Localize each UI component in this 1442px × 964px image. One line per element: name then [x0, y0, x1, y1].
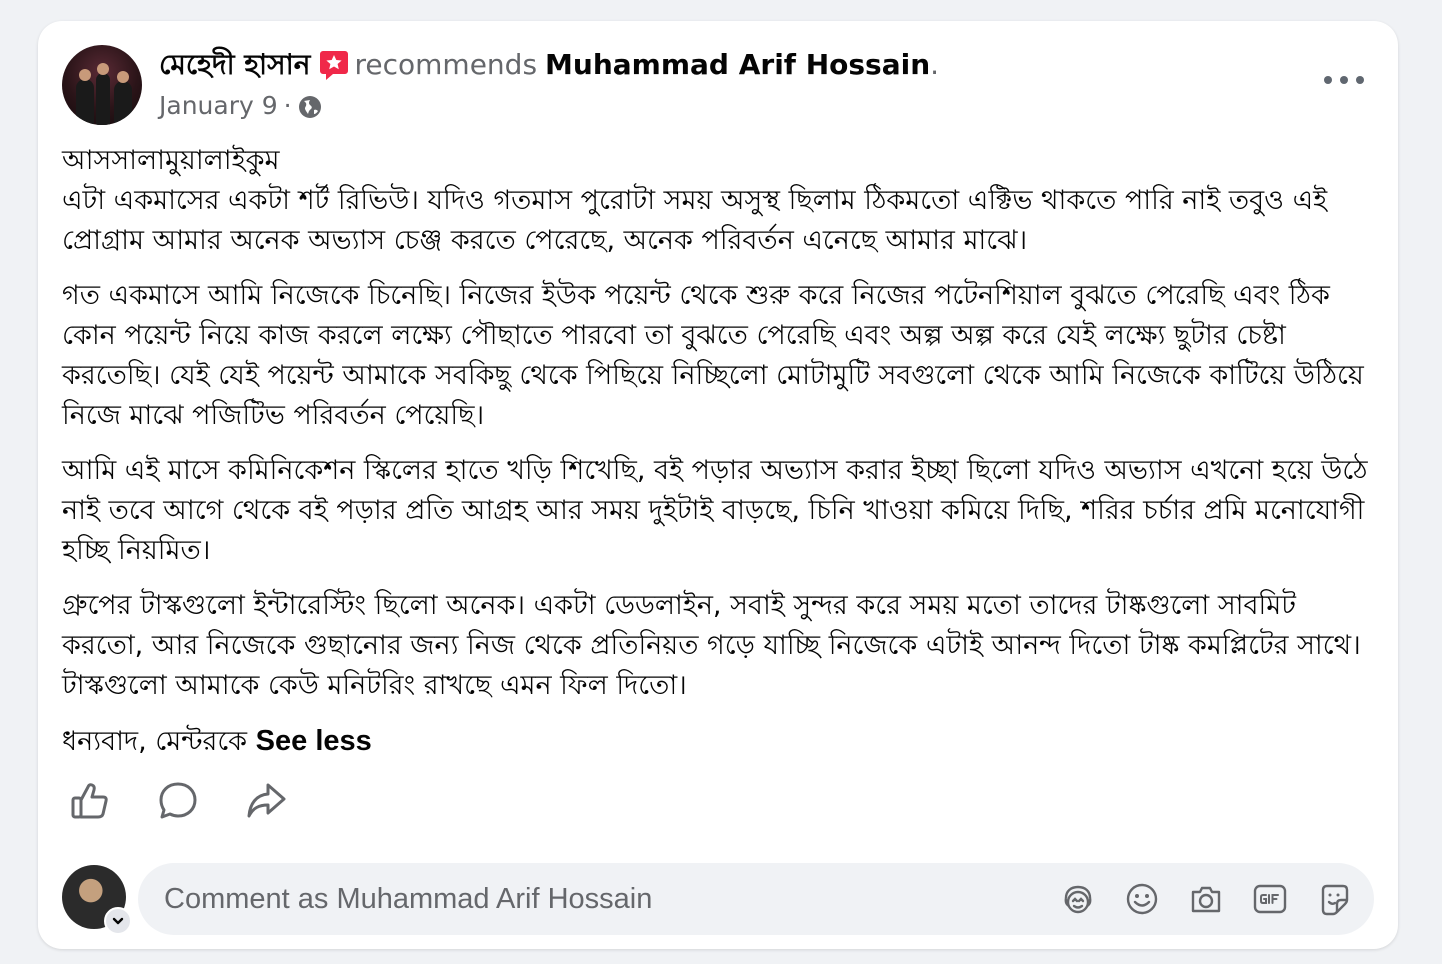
like-icon[interactable] — [68, 779, 112, 823]
recommends-text: recommends — [354, 48, 538, 81]
comment-icon[interactable] — [156, 779, 200, 823]
avatar-figure-head — [117, 71, 129, 83]
avatar-figure — [76, 79, 94, 125]
sticker-icon[interactable] — [1316, 881, 1352, 917]
share-icon[interactable] — [244, 779, 288, 823]
post-paragraph: আসসালামুয়ালাইকুম এটা একমাসের একটা শর্ট … — [62, 145, 1328, 256]
post-actions — [68, 779, 288, 825]
post-meta: January 9 · — [159, 89, 322, 123]
avatar-figure — [114, 81, 132, 125]
more-dot — [1356, 76, 1364, 84]
post-paragraph: গ্রুপের টাস্কগুলো ইন্টারেস্টিং ছিলো অনেক… — [62, 590, 1361, 701]
post-body: আসসালামুয়ালাইকুম এটা একমাসের একটা শর্ট … — [62, 141, 1382, 777]
comment-placeholder: Comment as Muhammad Arif Hossain — [164, 883, 653, 915]
recommended-page-name[interactable]: Muhammad Arif Hossain — [545, 45, 930, 85]
comment-tools — [1060, 881, 1352, 917]
post-paragraph: গত একমাসে আমি নিজেকে চিনেছি। নিজের ইউক প… — [62, 280, 1364, 431]
post-card: মেহেদী হাসান recommends Muhammad Arif Ho… — [38, 21, 1398, 949]
more-dot — [1340, 76, 1348, 84]
author-avatar[interactable] — [62, 45, 142, 125]
globe-icon — [298, 94, 322, 118]
emoji-icon[interactable] — [1124, 881, 1160, 917]
comment-composer: Comment as Muhammad Arif Hossain — [62, 863, 1374, 935]
gif-icon[interactable] — [1252, 881, 1288, 917]
more-options-icon[interactable] — [1324, 65, 1364, 95]
see-less-link[interactable]: See less — [256, 725, 372, 757]
author-name[interactable]: মেহেদী হাসান — [159, 45, 311, 85]
avatar-figure — [96, 73, 110, 125]
more-dot — [1324, 76, 1332, 84]
recommend-star-icon — [319, 49, 349, 81]
post-paragraph: আমি এই মাসে কমিনিকেশন স্কিলের হাতে খড়ি … — [62, 455, 1368, 566]
avatar-sticker-icon[interactable] — [1060, 881, 1096, 917]
meta-separator: · — [283, 91, 292, 120]
avatar-figure-head — [79, 69, 91, 81]
chevron-down-icon[interactable] — [104, 907, 132, 935]
camera-icon[interactable] — [1188, 881, 1224, 917]
avatar-figure-head — [97, 63, 109, 75]
comment-input[interactable]: Comment as Muhammad Arif Hossain — [138, 863, 1374, 935]
post-header: মেহেদী হাসান recommends Muhammad Arif Ho… — [159, 45, 939, 85]
post-closing-line: ধন্যবাদ, মেন্টরকে See less — [62, 721, 1382, 762]
header-dot: . — [930, 48, 940, 81]
post-closing: ধন্যবাদ, মেন্টরকে — [62, 726, 248, 757]
post-date[interactable]: January 9 — [159, 89, 278, 123]
